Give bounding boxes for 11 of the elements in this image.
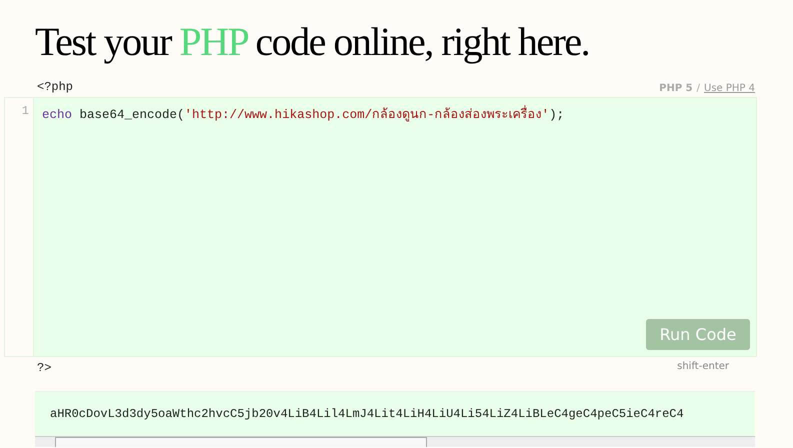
code-line: echo base64_encode('http://www.hikashop.com/กล้องดูนก-กล้องส่องพระเครื่อง'); xyxy=(42,104,564,124)
line-number: 1 xyxy=(20,104,30,118)
php-open-tag: <?php xyxy=(37,80,74,94)
php-version-label: PHP 5 xyxy=(659,83,693,94)
page-heading: Test your PHP code online, right here. xyxy=(34,18,590,66)
shortcut-hint: shift-enter xyxy=(677,361,729,374)
output-text: aHR0cDovL3d3dy5oaWthc2hvcC5jb20v4LiB4Lil4LmJ4Lit4LiH4LiU4Li54LiZ4LiBLeC4geC4peC5ieC4reC4 xyxy=(50,407,684,421)
horizontal-scrollbar[interactable] xyxy=(35,436,755,447)
use-php4-link[interactable]: Use PHP 4 xyxy=(704,83,755,94)
php-close-tag: ?> xyxy=(37,361,52,391)
separator-text: / xyxy=(696,83,700,94)
